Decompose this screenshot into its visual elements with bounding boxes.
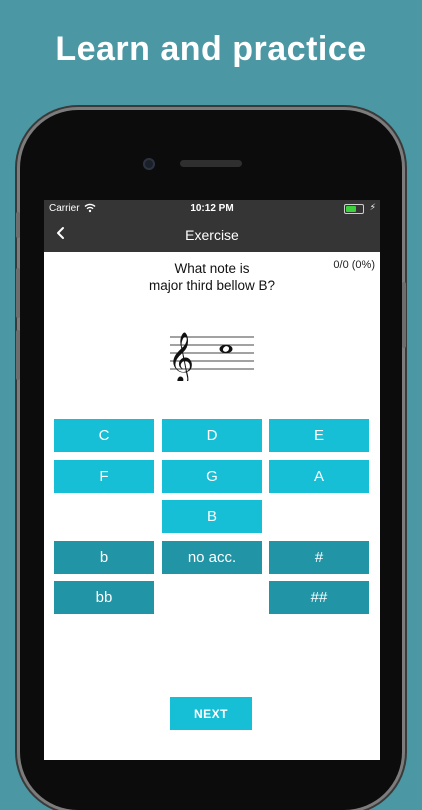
- accidental-button-none[interactable]: no acc.: [162, 541, 262, 574]
- page-title: Exercise: [185, 227, 239, 243]
- note-button-d[interactable]: D: [162, 419, 262, 452]
- whole-note-icon: [219, 344, 233, 354]
- note-button-e[interactable]: E: [269, 419, 369, 452]
- note-button-a[interactable]: A: [269, 460, 369, 493]
- mute-switch: [16, 212, 20, 238]
- treble-clef-icon: 𝄞: [168, 332, 194, 381]
- earpiece-speaker: [180, 160, 242, 167]
- promo-headline: Learn and practice: [55, 30, 367, 68]
- note-button-c[interactable]: C: [54, 419, 154, 452]
- note-button-g[interactable]: G: [162, 460, 262, 493]
- music-staff: 𝄞: [164, 325, 260, 386]
- volume-up-button: [16, 268, 20, 318]
- accidental-button-double-flat[interactable]: bb: [54, 581, 154, 614]
- status-time: 10:12 PM: [190, 203, 234, 214]
- front-camera: [143, 158, 155, 170]
- note-button-b[interactable]: B: [162, 500, 262, 533]
- score-counter: 0/0 (0%): [333, 259, 375, 271]
- accidental-button-flat[interactable]: b: [54, 541, 154, 574]
- note-button-f[interactable]: F: [54, 460, 154, 493]
- battery-icon: [344, 204, 364, 214]
- battery-level-fill: [346, 206, 356, 212]
- app-screen: Carrier 10:12 PM ⚡ Exercise 0/0 (0%) Wha…: [44, 200, 380, 760]
- charging-bolt-icon: ⚡: [369, 202, 376, 212]
- question-line-2: major third bellow B?: [148, 278, 276, 293]
- navigation-bar: Exercise: [44, 218, 380, 252]
- volume-down-button: [16, 330, 20, 380]
- accidental-button-sharp[interactable]: #: [269, 541, 369, 574]
- question-text: What note is major third bellow B?: [94, 260, 330, 294]
- status-bar: Carrier 10:12 PM ⚡: [44, 200, 380, 218]
- next-button[interactable]: NEXT: [170, 697, 252, 730]
- accidental-button-double-sharp[interactable]: ##: [269, 581, 369, 614]
- power-button: [402, 282, 406, 348]
- question-line-1: What note is: [174, 261, 250, 276]
